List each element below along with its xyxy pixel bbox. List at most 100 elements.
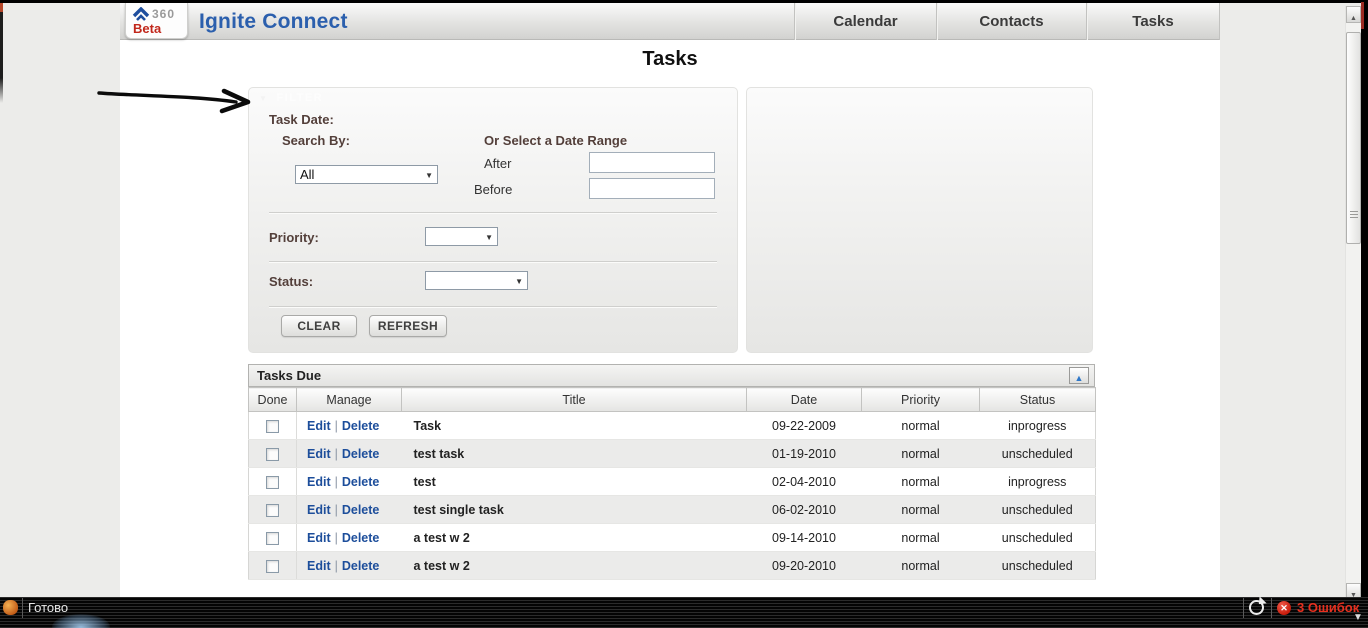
task-status: unscheduled (979, 439, 1096, 468)
taskbar-glow (52, 614, 110, 628)
nav-tab-contacts[interactable]: Contacts (936, 3, 1086, 40)
tasks-table-header-row: Done Manage Title Date Priority Status (248, 387, 1096, 412)
clear-button[interactable]: CLEAR (281, 315, 357, 337)
manage-cell: Edit | Delete (296, 551, 402, 580)
task-date: 09-20-2010 (746, 551, 862, 580)
sync-icon[interactable] (1249, 596, 1267, 615)
done-cell (248, 551, 297, 580)
edit-link[interactable]: Edit (307, 503, 331, 517)
search-by-select[interactable]: All ▼ (295, 165, 438, 184)
page-title: Tasks (642, 48, 698, 70)
filter-collapse-header[interactable]: ▼ FILTER (259, 92, 323, 104)
priority-select[interactable]: ▼ (425, 227, 498, 246)
logo-360-text: 360 (152, 7, 176, 21)
col-header-title: Title (401, 387, 747, 412)
col-header-priority: Priority (861, 387, 980, 412)
scroll-hint-icon: ▼ (1353, 612, 1363, 623)
done-checkbox[interactable] (266, 559, 279, 573)
done-cell (248, 495, 297, 524)
before-label: Before (474, 182, 513, 197)
delete-link[interactable]: Delete (342, 475, 380, 489)
done-checkbox[interactable] (266, 419, 279, 433)
done-checkbox[interactable] (266, 475, 279, 489)
scroll-up-icon: ▲ (1350, 15, 1357, 22)
error-console-button[interactable]: ✕ 3 Ошибок (1277, 599, 1359, 617)
delete-link[interactable]: Delete (342, 559, 380, 573)
task-row: Edit | Delete test single task 06-02-2010 … (248, 495, 1096, 524)
manage-cell: Edit | Delete (296, 523, 402, 552)
done-checkbox[interactable] (266, 503, 279, 517)
task-title: a test w 2 (401, 551, 747, 580)
statusbar-divider (1271, 598, 1272, 618)
browser-status-bar: Готово ✕ 3 Ошибок ▼ (0, 596, 1368, 628)
edit-link[interactable]: Edit (307, 559, 331, 573)
refresh-button[interactable]: REFRESH (369, 315, 447, 337)
status-ready-text: Готово (28, 600, 69, 615)
done-cell (248, 523, 297, 552)
search-by-selected-value: All (300, 167, 315, 182)
nav-tab-tasks[interactable]: Tasks (1086, 3, 1220, 40)
tasks-due-header: Tasks Due ▲ (248, 364, 1095, 387)
task-date: 02-04-2010 (746, 467, 862, 496)
priority-label: Priority: (269, 230, 319, 245)
delete-link[interactable]: Delete (342, 531, 380, 545)
fox-icon[interactable] (3, 600, 18, 615)
dropdown-arrow-icon: ▼ (515, 277, 523, 286)
screen-edge-artifact (1361, 2, 1364, 29)
manage-cell: Edit | Delete (296, 495, 402, 524)
delete-link[interactable]: Delete (342, 419, 380, 433)
task-date: 09-14-2010 (746, 523, 862, 552)
tasks-table: Done Manage Title Date Priority Status E… (248, 387, 1096, 580)
task-title: test single task (401, 495, 747, 524)
search-by-label: Search By: (282, 133, 350, 148)
app-title: Ignite Connect (199, 10, 348, 33)
filter-collapse-icon: ▼ (259, 94, 269, 103)
manage-cell: Edit | Delete (296, 411, 402, 440)
task-priority: normal (861, 523, 980, 552)
edit-link[interactable]: Edit (307, 419, 331, 433)
scroll-down-button[interactable]: ▼ (1346, 583, 1361, 597)
task-row: Edit | Delete a test w 2 09-20-2010 normal… (248, 551, 1096, 580)
filter-panel: ▼ FILTER Task Date: Search By: Or Select … (248, 87, 738, 353)
status-select[interactable]: ▼ (425, 271, 528, 290)
task-priority: normal (861, 411, 980, 440)
scrollbar-thumb[interactable] (1346, 32, 1361, 244)
task-title: Task (401, 411, 747, 440)
delete-link[interactable]: Delete (342, 503, 380, 517)
scroll-up-button[interactable]: ▲ (1346, 6, 1361, 23)
tasks-due-title: Tasks Due (257, 368, 322, 383)
nav-tab-calendar[interactable]: Calendar (794, 3, 936, 40)
done-checkbox[interactable] (266, 531, 279, 545)
filter-divider (269, 306, 717, 307)
edit-link[interactable]: Edit (307, 531, 331, 545)
statusbar-divider (22, 598, 23, 618)
col-header-done: Done (248, 387, 297, 412)
dropdown-arrow-icon: ▼ (485, 233, 493, 242)
link-separator: | (334, 558, 338, 573)
tasks-table-body: Edit | Delete Task 09-22-2009 normal inpro… (248, 411, 1096, 580)
collapse-section-button[interactable]: ▲ (1069, 367, 1089, 384)
chevron-logo-icon (132, 7, 150, 21)
edit-link[interactable]: Edit (307, 475, 331, 489)
results-panel (746, 87, 1093, 353)
col-header-date: Date (746, 387, 862, 412)
delete-link[interactable]: Delete (342, 447, 380, 461)
task-row: Edit | Delete Task 09-22-2009 normal inpro… (248, 411, 1096, 440)
done-checkbox[interactable] (266, 447, 279, 461)
statusbar-divider (1243, 598, 1244, 618)
after-date-input[interactable] (589, 152, 715, 173)
date-range-label: Or Select a Date Range (484, 133, 628, 148)
vertical-scrollbar[interactable]: ▲ ▼ (1345, 6, 1361, 597)
edit-link[interactable]: Edit (307, 447, 331, 461)
filter-header-label: FILTER (276, 92, 324, 104)
dropdown-arrow-icon: ▼ (425, 171, 433, 180)
main-nav: Calendar Contacts Tasks (794, 3, 1220, 40)
link-separator: | (334, 530, 338, 545)
task-title: a test w 2 (401, 523, 747, 552)
col-header-manage: Manage (296, 387, 402, 412)
before-date-input[interactable] (589, 178, 715, 199)
app-page: 360 Beta Ignite Connect Calendar Contact… (120, 3, 1220, 597)
scrollbar-grip (1350, 211, 1358, 219)
after-label: After (484, 156, 512, 171)
collapse-triangle-icon: ▲ (1074, 373, 1084, 383)
